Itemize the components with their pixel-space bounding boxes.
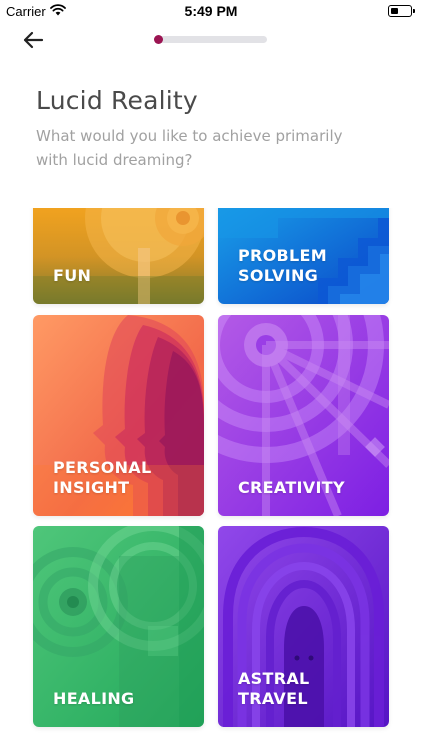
- battery-level: [390, 7, 398, 14]
- page-subtitle: What would you like to achieve primarily…: [36, 127, 343, 169]
- goal-card-problem-solving[interactable]: PROBLEM SOLVING: [218, 208, 389, 304]
- goal-card-creativity[interactable]: CREATIVITY: [218, 315, 389, 516]
- goal-grid: FUN PROBLEM SOLVING PERSONAL INSIGHT CRE…: [0, 208, 422, 750]
- goal-label: PERSONAL INSIGHT: [53, 458, 152, 497]
- goal-label: FUN: [53, 266, 92, 285]
- battery-icon: [388, 5, 415, 17]
- goal-card-fun[interactable]: FUN: [33, 208, 204, 304]
- progress-indicator: [154, 35, 163, 44]
- goal-card-personal-insight[interactable]: PERSONAL INSIGHT: [33, 315, 204, 516]
- goal-card-astral-travel[interactable]: ASTRAL TRAVEL: [218, 526, 389, 727]
- goal-label: CREATIVITY: [238, 478, 345, 497]
- page-title: Lucid Reality: [36, 86, 198, 115]
- status-bar: Carrier 5:49 PM: [0, 0, 422, 22]
- goal-label: PROBLEM SOLVING: [238, 246, 327, 285]
- goal-card-healing[interactable]: HEALING: [33, 526, 204, 727]
- status-time: 5:49 PM: [184, 3, 238, 19]
- back-button[interactable]: [20, 28, 48, 52]
- goal-label: ASTRAL TRAVEL: [238, 669, 310, 708]
- goal-label: HEALING: [53, 689, 135, 708]
- arrow-left-icon: [23, 31, 44, 49]
- onboarding-progress-bar: [154, 35, 267, 44]
